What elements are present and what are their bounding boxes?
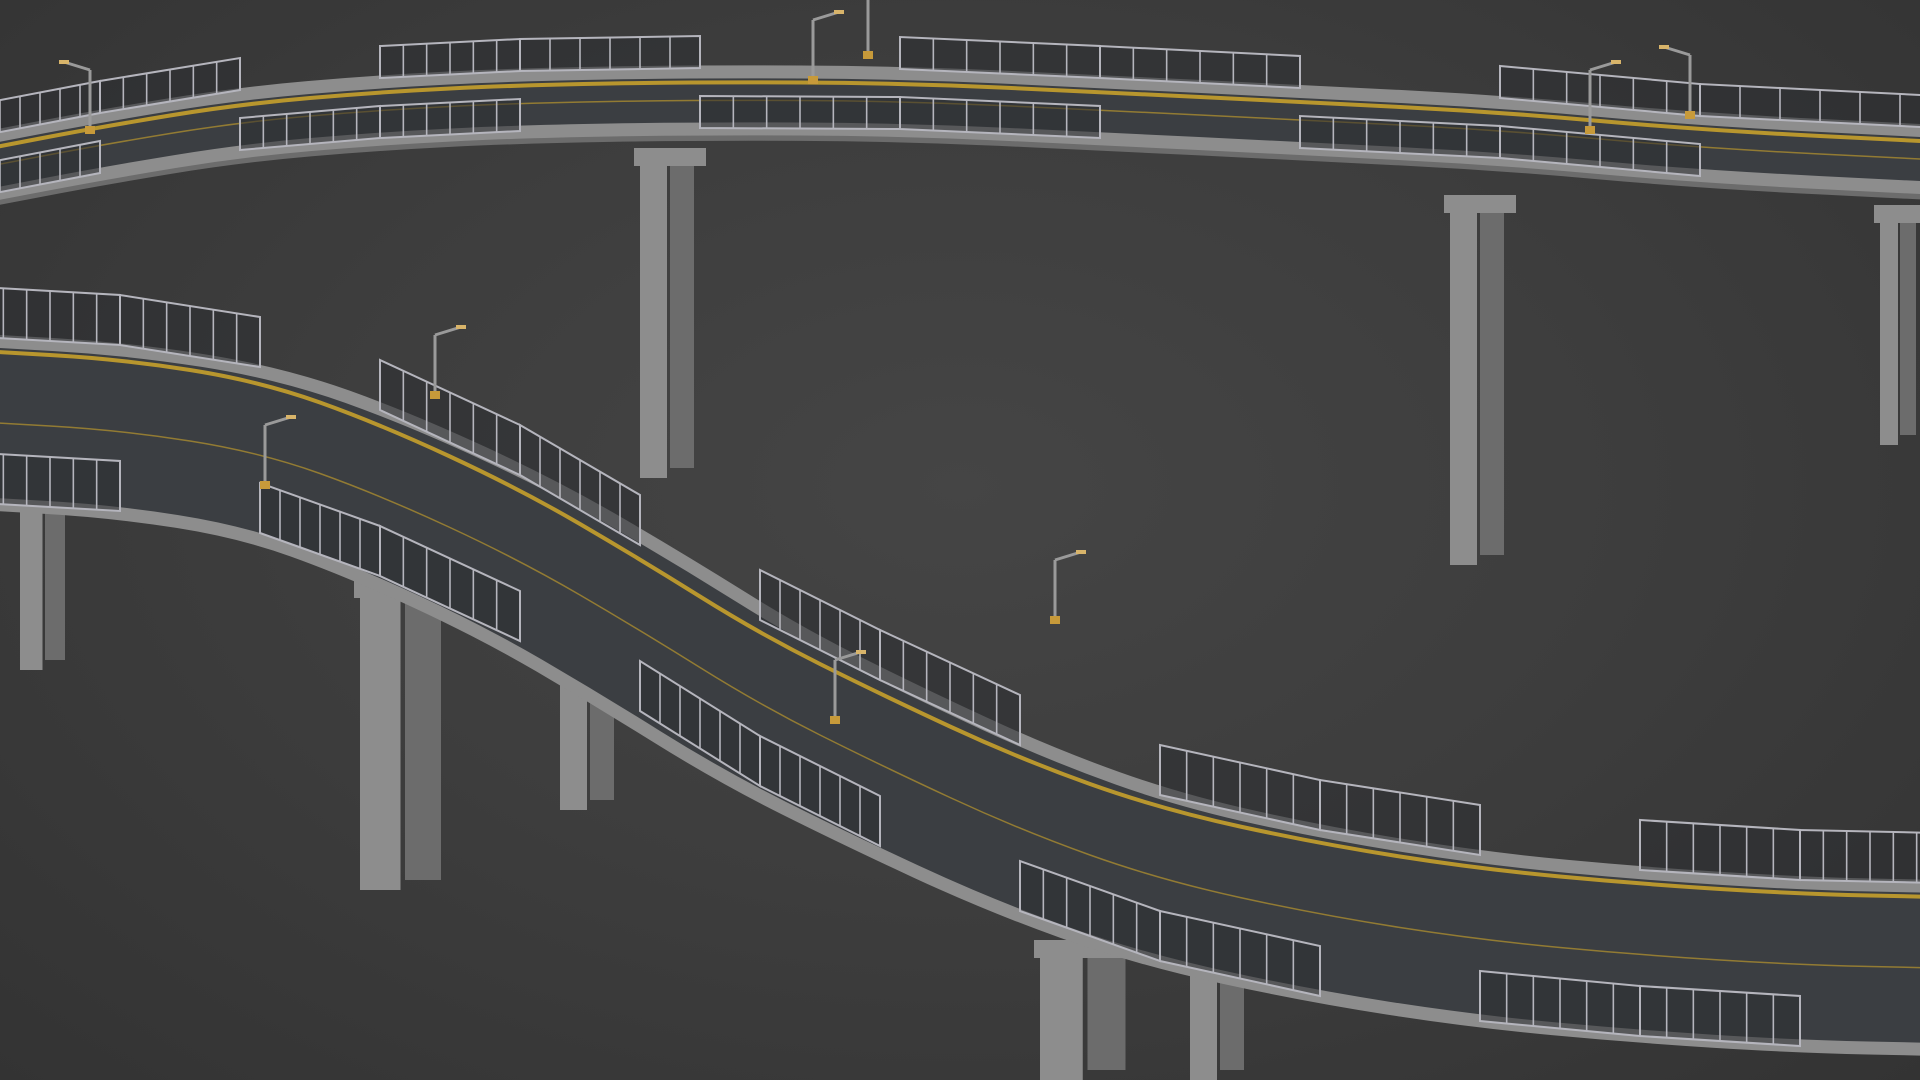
street-lamp: [430, 325, 466, 399]
lower-overpass-pillar: [14, 490, 76, 670]
lower-overpass-pillar: [1034, 940, 1141, 1080]
lower-overpass-pillar: [354, 580, 456, 890]
3d-viewport[interactable]: [0, 0, 1920, 1080]
upper-overpass-pillar: [1444, 195, 1516, 565]
upper-overpass-pillar: [634, 148, 706, 478]
street-lamp: [863, 0, 873, 59]
street-lamp: [1050, 550, 1086, 624]
upper-overpass-pillar: [1874, 205, 1920, 445]
overpass-render: [0, 0, 1920, 1080]
lower-overpass: [0, 287, 1920, 1080]
